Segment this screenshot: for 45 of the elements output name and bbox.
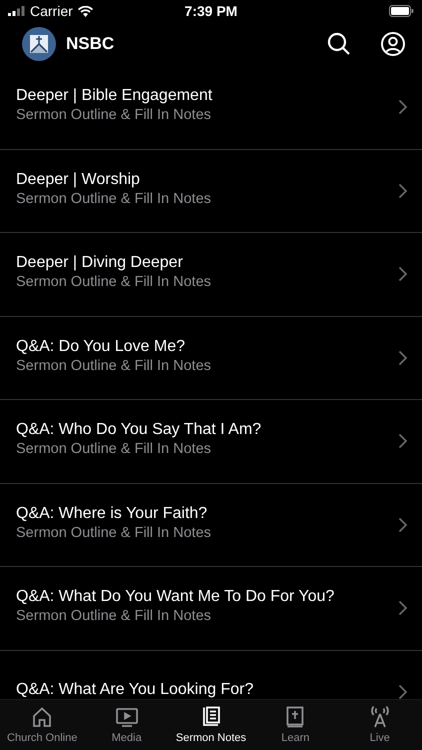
sermon-subtitle: Sermon Outline & Fill In Notes xyxy=(16,107,212,124)
sermon-item[interactable]: Q&A: Do You Love Me? Sermon Outline & Fill In Notes xyxy=(0,316,422,400)
sermon-subtitle: Sermon Outline & Fill In Notes xyxy=(16,190,212,207)
chevron-icon xyxy=(398,99,408,116)
chevron-icon xyxy=(398,433,408,450)
sermon-item[interactable]: Deeper | Bible Engagement Sermon Outline & Fill In Notes xyxy=(0,66,422,150)
signal-icon xyxy=(8,6,25,16)
sermon-title: Q&A: What Are You Looking For? xyxy=(16,680,254,699)
sermon-title: Q&A: What Do You Want Me To Do For You? xyxy=(16,588,336,606)
sermon-title: Q&A: Who Do You Say That I Am? xyxy=(16,421,262,440)
tab[interactable]: Learn xyxy=(253,700,338,750)
sermon-item[interactable]: Deeper | Diving Deeper Sermon Outline & Fill In Notes xyxy=(0,233,422,316)
tab[interactable]: Live xyxy=(338,700,422,750)
chevron-icon xyxy=(398,516,408,533)
tab[interactable]: Church Online xyxy=(0,700,84,750)
chevron-icon xyxy=(398,600,408,616)
chevron-icon xyxy=(398,684,408,699)
sermon-title: Q&A: Do You Love Me? xyxy=(16,338,186,356)
sermon-title: Deeper | Worship xyxy=(16,170,141,189)
wifi-icon xyxy=(78,6,93,16)
church-logo xyxy=(22,27,56,61)
tab[interactable]: Media xyxy=(84,700,169,750)
sermon-subtitle: Sermon Outline & Fill In Notes xyxy=(16,274,212,290)
carrier-name: Carrier xyxy=(30,3,73,19)
sermon-subtitle: Sermon Outline & Fill In Notes xyxy=(16,524,212,541)
sermon-title: Deeper | Bible Engagement xyxy=(16,87,214,106)
sermon-item[interactable]: Q&A: What Do You Want Me To Do For You? Sermon Outline & Fill In Notes xyxy=(0,567,422,650)
sermon-subtitle: Sermon Outline & Fill In Notes xyxy=(16,441,212,458)
sermon-item[interactable]: Q&A: Where is Your Faith? Sermon Outline & Fill In Notes xyxy=(0,484,422,567)
app-title: NSBC xyxy=(66,34,116,54)
chevron-icon xyxy=(398,266,408,282)
tv-icon xyxy=(114,705,139,729)
profile-button[interactable] xyxy=(380,31,406,57)
chevron-icon xyxy=(398,350,408,366)
sermon-item[interactable]: Deeper | Worship Sermon Outline & Fill In Notes xyxy=(0,150,422,233)
status-time: 7:39 PM xyxy=(184,3,238,19)
battery-icon xyxy=(389,5,414,17)
sermon-title: Deeper | Diving Deeper xyxy=(16,254,184,272)
sermon-subtitle: Sermon Outline & Fill In Notes xyxy=(16,608,212,624)
sermon-item[interactable]: Q&A: Who Do You Say That I Am? Sermon Outline & Fill In Notes xyxy=(0,400,422,484)
search-button[interactable] xyxy=(326,31,352,57)
chevron-icon xyxy=(398,182,408,199)
tab[interactable]: Sermon Notes xyxy=(168,700,254,750)
sermon-subtitle: Sermon Outline & Fill In Notes xyxy=(16,358,212,374)
sermon-title: Q&A: Where is Your Faith? xyxy=(16,504,208,523)
